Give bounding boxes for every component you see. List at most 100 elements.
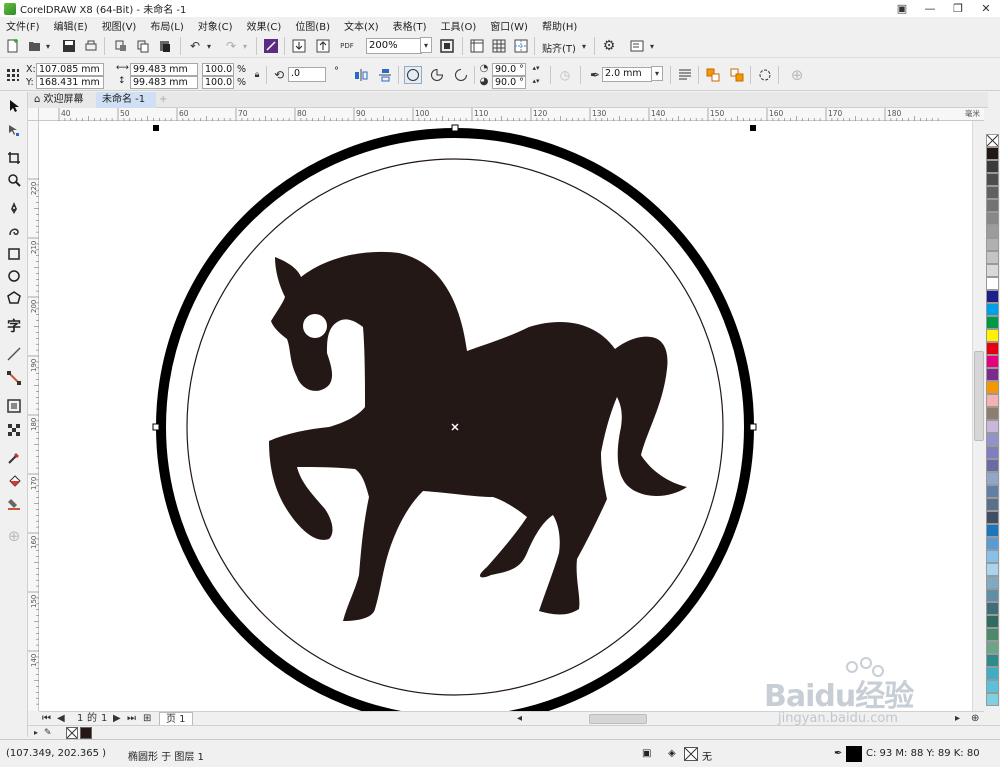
palette-swatch[interactable] (986, 537, 999, 550)
menu-tools[interactable]: 工具(O) (441, 18, 477, 33)
palette-swatch[interactable] (986, 329, 999, 342)
show-rulers-icon[interactable] (468, 37, 486, 55)
mirror-horizontal-icon[interactable] (352, 66, 370, 84)
next-page-icon[interactable]: ▶ (113, 712, 121, 726)
end-angle-spinner[interactable]: ▴▾ (528, 75, 544, 87)
outline-width-field[interactable]: 2.0 mm (602, 67, 652, 82)
palette-swatch[interactable] (986, 212, 999, 225)
add-tool-icon[interactable]: ⊕ (4, 526, 24, 546)
palette-swatch[interactable] (986, 433, 999, 446)
menu-view[interactable]: 视图(V) (102, 18, 137, 33)
eyedropper-small-icon[interactable]: ✎ (44, 726, 52, 740)
application-launcher-icon[interactable] (628, 37, 646, 55)
export-icon[interactable] (314, 37, 332, 55)
palette-swatch[interactable] (986, 563, 999, 576)
color-proof-icon[interactable]: ▣ (642, 748, 651, 759)
connector-tool-icon[interactable] (4, 368, 24, 388)
mirror-vertical-icon[interactable] (376, 66, 394, 84)
drop-shadow-tool-icon[interactable] (4, 396, 24, 416)
x-position-field[interactable]: 107.085 mm (36, 63, 104, 76)
palette-swatch[interactable] (986, 472, 999, 485)
palette-swatch[interactable] (986, 355, 999, 368)
close-button[interactable]: ✕ (972, 0, 1000, 17)
palette-swatch[interactable] (986, 654, 999, 667)
copy-icon[interactable] (134, 37, 152, 55)
options-gear-icon[interactable]: ⚙ (600, 37, 618, 55)
palette-swatch[interactable] (986, 186, 999, 199)
launcher-dropdown-icon[interactable]: ▾ (646, 37, 658, 55)
y-position-field[interactable]: 168.431 mm (36, 76, 104, 89)
outline-width-dropdown-icon[interactable]: ▾ (651, 66, 663, 81)
palette-swatch[interactable] (986, 446, 999, 459)
palette-swatch[interactable] (986, 173, 999, 186)
zoom-level-field[interactable]: 200% (366, 38, 422, 54)
change-direction-icon[interactable]: ◷ (556, 66, 574, 84)
no-color-swatch[interactable] (986, 134, 999, 147)
menu-object[interactable]: 对象(C) (198, 18, 233, 33)
palette-swatch[interactable] (986, 368, 999, 381)
palette-swatch[interactable] (986, 511, 999, 524)
palette-swatch[interactable] (986, 251, 999, 264)
last-page-icon[interactable]: ⏭ (127, 712, 136, 726)
palette-swatch[interactable] (986, 342, 999, 355)
horizontal-ruler[interactable]: 40 50 60 70 80 90 100 110 120 130 140 150 160 170 180 毫… (39, 108, 984, 121)
polygon-tool-icon[interactable] (4, 288, 24, 308)
menu-edit[interactable]: 编辑(E) (54, 18, 88, 33)
palette-swatch[interactable] (986, 264, 999, 277)
transparency-tool-icon[interactable] (4, 420, 24, 440)
menu-text[interactable]: 文本(X) (344, 18, 379, 33)
menu-effects[interactable]: 效果(C) (247, 18, 282, 33)
palette-swatch[interactable] (986, 238, 999, 251)
pick-tool-icon[interactable] (4, 96, 24, 116)
text-tool-icon[interactable]: 字 (4, 316, 24, 336)
start-angle-field[interactable]: 90.0 ° (492, 63, 526, 76)
palette-menu-icon[interactable]: ▸ (34, 726, 38, 740)
palette-swatch[interactable] (986, 485, 999, 498)
start-angle-spinner[interactable]: ▴▾ (528, 62, 544, 74)
minimize-button[interactable]: — (916, 0, 944, 17)
palette-swatch[interactable] (986, 576, 999, 589)
height-field[interactable]: 99.483 mm (130, 76, 198, 89)
text-wrap-icon[interactable] (676, 66, 694, 84)
menu-bitmaps[interactable]: 位图(B) (295, 18, 330, 33)
horse-silhouette[interactable] (269, 251, 687, 622)
palette-swatch[interactable] (986, 277, 999, 290)
object-origin-icon[interactable] (4, 66, 22, 84)
vertical-scrollbar[interactable] (972, 121, 984, 711)
palette-swatch[interactable] (986, 550, 999, 563)
palette-swatch[interactable] (986, 316, 999, 329)
palette-swatch[interactable] (986, 225, 999, 238)
palette-swatch[interactable] (986, 407, 999, 420)
end-angle-field[interactable]: 90.0 ° (492, 76, 526, 89)
doc-black-swatch[interactable] (80, 727, 92, 739)
palette-swatch[interactable] (986, 524, 999, 537)
import-icon[interactable] (290, 37, 308, 55)
artistic-media-tool-icon[interactable] (4, 220, 24, 240)
palette-swatch[interactable] (986, 602, 999, 615)
account-icon[interactable]: ▣ (888, 0, 916, 17)
lock-ratio-icon[interactable]: 🔒︎ (248, 66, 266, 84)
new-document-icon[interactable] (4, 37, 22, 55)
full-screen-preview-icon[interactable] (438, 37, 456, 55)
palette-swatch[interactable] (986, 589, 999, 602)
rotate-icon[interactable]: ⟲ (270, 66, 288, 84)
palette-swatch[interactable] (986, 459, 999, 472)
rotation-field[interactable]: .0 (288, 67, 326, 82)
publish-pdf-icon[interactable]: PDF (338, 37, 356, 55)
palette-swatch[interactable] (986, 199, 999, 212)
palette-swatch[interactable] (986, 498, 999, 511)
palette-swatch[interactable] (986, 641, 999, 654)
menu-file[interactable]: 文件(F) (6, 18, 40, 33)
width-field[interactable]: 99.483 mm (130, 63, 198, 76)
new-tab-button[interactable]: + (156, 92, 172, 108)
scroll-left-icon[interactable]: ◂ (517, 712, 522, 726)
snap-to-label[interactable]: 贴齐(T) (542, 40, 576, 55)
smart-fill-tool-icon[interactable] (4, 494, 24, 514)
show-grid-icon[interactable] (490, 37, 508, 55)
rectangle-tool-icon[interactable] (4, 244, 24, 264)
snap-dropdown-icon[interactable]: ▾ (578, 37, 590, 55)
search-content-icon[interactable] (262, 37, 280, 55)
palette-swatch[interactable] (986, 303, 999, 316)
palette-swatch[interactable] (986, 381, 999, 394)
ellipse-mode-icon[interactable] (404, 66, 422, 84)
